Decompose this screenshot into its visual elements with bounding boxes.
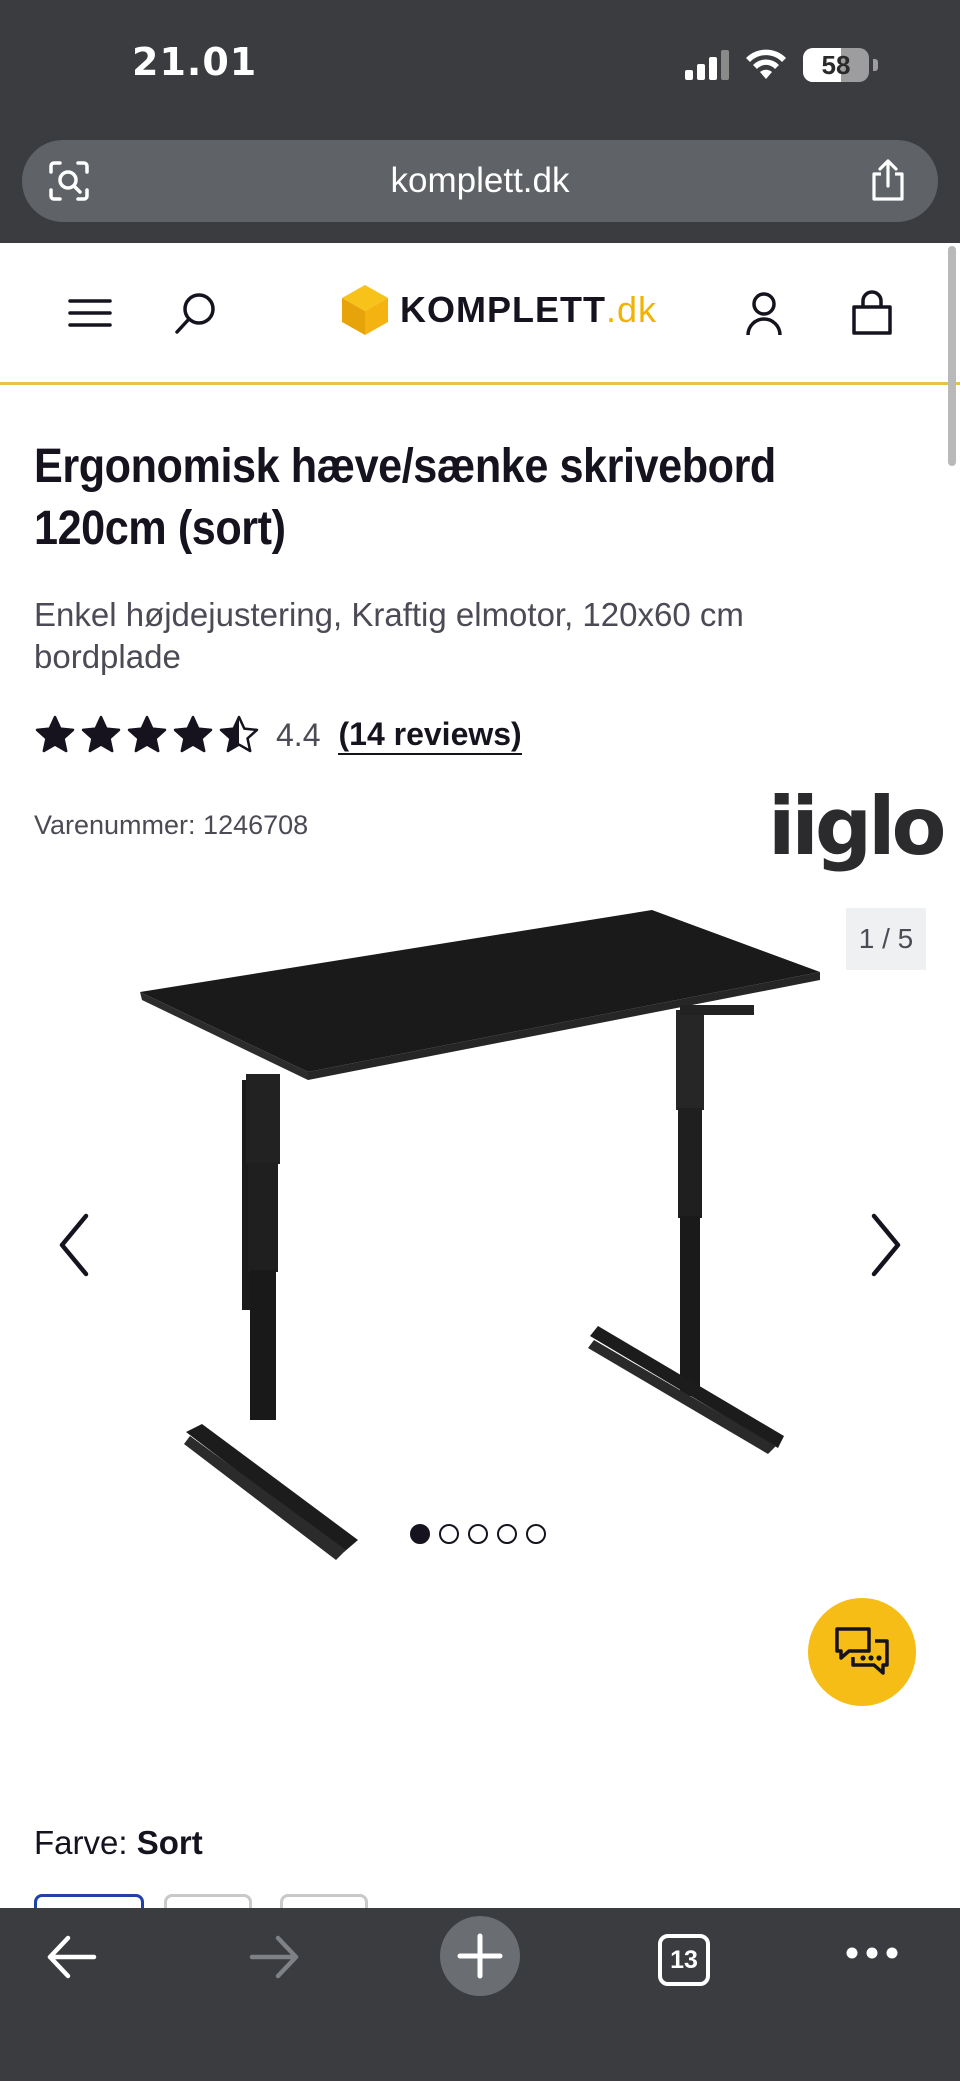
menu-icon[interactable] [66,289,114,337]
color-swatch-selected[interactable] [34,1894,144,1908]
pagination-dot[interactable] [497,1524,517,1544]
page-scrollbar[interactable] [948,246,956,466]
site-logo[interactable]: KOMPLETT.dk [340,283,657,337]
site-header: KOMPLETT.dk [0,243,960,385]
star-full-icon [35,715,75,753]
star-full-icon [81,715,121,753]
reviews-link[interactable]: (14 reviews) [338,715,522,755]
tabs-button[interactable]: 13 [658,1934,710,1986]
logo-cube-icon [342,285,388,335]
url-text[interactable]: komplett.dk [22,140,938,222]
logo-text: KOMPLETT.dk [400,289,658,330]
pagination-dot[interactable] [410,1524,430,1544]
chat-button[interactable] [808,1598,916,1706]
signal-icon [685,50,729,80]
status-icons: 58 [685,48,878,82]
rating-value: 4.4 [276,716,321,753]
image-counter: 1 / 5 [846,908,926,970]
pagination-dot[interactable] [468,1524,488,1544]
more-icon[interactable] [846,1946,898,1960]
cart-icon[interactable] [848,289,896,337]
chevron-right-icon[interactable] [866,1210,906,1280]
user-icon[interactable] [740,289,788,337]
brand-logo[interactable]: iiglo [768,780,946,873]
chat-icon [835,1627,889,1675]
product-image[interactable] [120,880,840,1580]
product-sku: Varenummer: 1246708 [34,810,309,840]
color-selector-label: Farve: Sort [34,1824,203,1861]
star-full-icon [173,715,213,753]
product-subtitle: Enkel højdejustering, Kraftig elmotor, 1… [34,596,744,675]
selected-color: Sort [136,1824,203,1861]
rating-stars [34,714,260,756]
new-tab-button[interactable] [440,1916,520,1996]
color-swatch[interactable] [280,1894,368,1908]
plus-icon [457,1933,503,1979]
battery-tip [873,59,878,71]
product-rating: 4.4 (14 reviews) [34,714,522,756]
image-pagination [410,1524,546,1544]
color-swatch[interactable] [164,1894,252,1908]
pagination-dot[interactable] [526,1524,546,1544]
star-half-icon [219,715,259,753]
back-icon[interactable] [44,1932,98,1982]
forward-icon[interactable] [248,1932,302,1982]
browser-bottom-toolbar: 13 [0,1908,960,2081]
product-title: Ergonomisk hæve/sænke skrivebord 120cm (… [34,440,776,555]
share-icon[interactable] [868,158,908,202]
battery-indicator: 58 [803,48,869,82]
url-bar[interactable]: komplett.dk [22,140,938,222]
chevron-left-icon[interactable] [54,1210,94,1280]
wifi-icon [746,49,786,79]
pagination-dot[interactable] [439,1524,459,1544]
status-time: 21.01 [132,40,258,84]
star-full-icon [127,715,167,753]
browser-top-chrome: 21.01 58 komplett.dk [0,0,960,243]
battery-level: 58 [821,50,851,80]
search-icon[interactable] [172,289,220,337]
